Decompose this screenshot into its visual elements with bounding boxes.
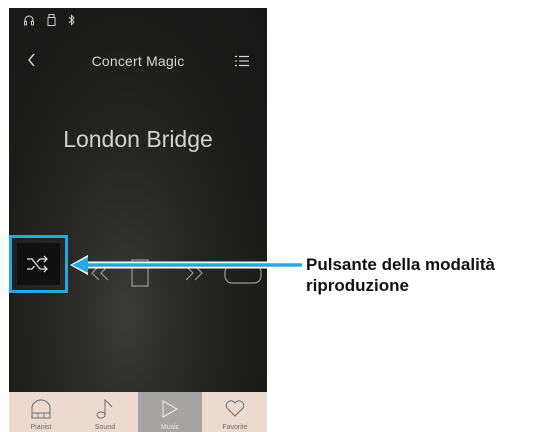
callout-label: Pulsante della modalità riproduzione — [306, 254, 495, 296]
callout-arrow — [70, 255, 302, 275]
callout-line-1: Pulsante della modalità — [306, 255, 495, 274]
callout-line-2: riproduzione — [306, 276, 409, 295]
